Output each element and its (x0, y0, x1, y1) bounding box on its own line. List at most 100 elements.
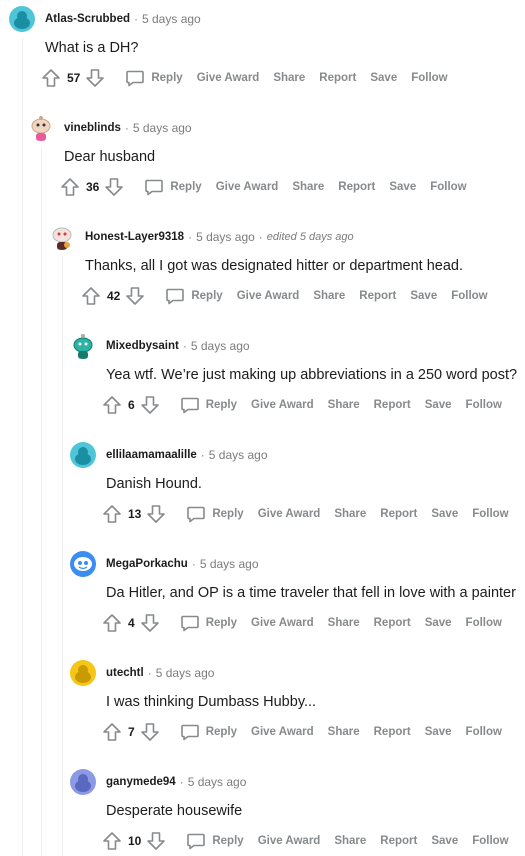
report-button[interactable]: Report (374, 617, 411, 629)
save-button[interactable]: Save (389, 181, 416, 193)
comment-author[interactable]: utechtl (106, 667, 144, 679)
give-award-button[interactable]: Give Award (237, 290, 300, 302)
comment-timestamp[interactable]: 5 days ago (200, 557, 259, 571)
downvote-icon[interactable] (140, 613, 160, 633)
save-button[interactable]: Save (370, 72, 397, 84)
comment-timestamp[interactable]: 5 days ago (191, 339, 250, 353)
give-award-button[interactable]: Give Award (251, 726, 314, 738)
yellow-snoo-avatar-icon[interactable] (70, 660, 96, 686)
blue-snoo-avatar-icon[interactable] (70, 551, 96, 577)
give-award-button[interactable]: Give Award (251, 617, 314, 629)
teal-snoo-avatar-icon[interactable] (70, 442, 96, 468)
comment-body: Desperate housewife (106, 803, 243, 819)
reply-button[interactable]: Reply (180, 395, 237, 415)
share-button[interactable]: Share (328, 399, 360, 411)
teal-snoo-avatar-icon[interactable] (9, 6, 35, 32)
report-button[interactable]: Report (359, 290, 396, 302)
upvote-icon[interactable] (102, 613, 122, 633)
give-award-button[interactable]: Give Award (258, 508, 321, 520)
custom-snoo-avatar-icon[interactable] (49, 224, 75, 250)
speech-bubble-icon (180, 724, 199, 741)
downvote-icon[interactable] (104, 177, 124, 197)
comment-timestamp[interactable]: 5 days ago (196, 230, 255, 244)
comment-author[interactable]: MegaPorkachu (106, 558, 188, 570)
purple-snoo-avatar-icon[interactable] (70, 769, 96, 795)
upvote-icon[interactable] (81, 286, 101, 306)
comment-header: MegaPorkachu · 5 days ago (70, 551, 259, 577)
custom-snoo-avatar-icon[interactable] (28, 115, 54, 141)
downvote-icon[interactable] (146, 831, 166, 851)
comment-author[interactable]: Atlas-Scrubbed (45, 13, 130, 25)
thread-line-level-2[interactable] (62, 256, 63, 856)
save-button[interactable]: Save (410, 290, 437, 302)
report-button[interactable]: Report (319, 72, 356, 84)
report-button[interactable]: Report (380, 508, 417, 520)
comment-timestamp[interactable]: 5 days ago (133, 121, 192, 135)
follow-button[interactable]: Follow (466, 617, 502, 629)
report-button[interactable]: Report (374, 399, 411, 411)
share-button[interactable]: Share (313, 290, 345, 302)
upvote-icon[interactable] (41, 68, 61, 88)
reply-button[interactable]: Reply (180, 722, 237, 742)
reply-button[interactable]: Reply (165, 286, 223, 306)
save-button[interactable]: Save (425, 399, 452, 411)
comment-author[interactable]: vineblinds (64, 122, 121, 134)
reply-button[interactable]: Reply (180, 613, 237, 633)
follow-button[interactable]: Follow (451, 290, 487, 302)
header-separator: · (147, 666, 152, 680)
give-award-button[interactable]: Give Award (197, 72, 260, 84)
downvote-icon[interactable] (140, 395, 160, 415)
follow-button[interactable]: Follow (466, 726, 502, 738)
share-button[interactable]: Share (328, 726, 360, 738)
report-button[interactable]: Report (374, 726, 411, 738)
upvote-icon[interactable] (102, 831, 122, 851)
share-button[interactable]: Share (273, 72, 305, 84)
downvote-icon[interactable] (85, 68, 105, 88)
downvote-icon[interactable] (140, 722, 160, 742)
follow-button[interactable]: Follow (430, 181, 466, 193)
upvote-icon[interactable] (60, 177, 80, 197)
comment-timestamp[interactable]: 5 days ago (188, 775, 247, 789)
share-button[interactable]: Share (334, 835, 366, 847)
downvote-icon[interactable] (146, 504, 166, 524)
downvote-icon[interactable] (125, 286, 145, 306)
upvote-icon[interactable] (102, 395, 122, 415)
save-button[interactable]: Save (425, 617, 452, 629)
upvote-icon[interactable] (102, 722, 122, 742)
give-award-button[interactable]: Give Award (258, 835, 321, 847)
vote-score: 36 (86, 180, 100, 194)
reply-button[interactable]: Reply (125, 68, 183, 88)
comment-author[interactable]: Honest-Layer9318 (85, 231, 184, 243)
reply-button[interactable]: Reply (186, 831, 244, 851)
header-separator: · (191, 557, 196, 571)
follow-button[interactable]: Follow (472, 508, 508, 520)
report-button[interactable]: Report (338, 181, 375, 193)
comment-author[interactable]: ellilaamamaalille (106, 449, 197, 461)
save-button[interactable]: Save (431, 508, 458, 520)
follow-button[interactable]: Follow (466, 399, 502, 411)
header-separator: · (200, 448, 205, 462)
reply-button[interactable]: Reply (144, 177, 202, 197)
share-button[interactable]: Share (334, 508, 366, 520)
comment-timestamp[interactable]: 5 days ago (209, 448, 268, 462)
give-award-button[interactable]: Give Award (216, 181, 279, 193)
comment-timestamp[interactable]: 5 days ago (156, 666, 215, 680)
reply-button[interactable]: Reply (186, 504, 244, 524)
comment-timestamp[interactable]: 5 days ago (142, 12, 201, 26)
custom-snoo-avatar-icon[interactable] (70, 333, 96, 359)
save-button[interactable]: Save (431, 835, 458, 847)
share-button[interactable]: Share (292, 181, 324, 193)
reply-label: Reply (212, 508, 244, 520)
report-button[interactable]: Report (380, 835, 417, 847)
thread-line-level-0[interactable] (22, 38, 23, 856)
comment-author[interactable]: ganymede94 (106, 776, 176, 788)
follow-button[interactable]: Follow (472, 835, 508, 847)
upvote-icon[interactable] (102, 504, 122, 524)
give-award-button[interactable]: Give Award (251, 399, 314, 411)
share-button[interactable]: Share (328, 617, 360, 629)
comment-header: ganymede94 · 5 days ago (70, 769, 246, 795)
save-button[interactable]: Save (425, 726, 452, 738)
follow-button[interactable]: Follow (411, 72, 447, 84)
thread-line-level-1[interactable] (41, 147, 42, 856)
comment-author[interactable]: Mixedbysaint (106, 340, 179, 352)
